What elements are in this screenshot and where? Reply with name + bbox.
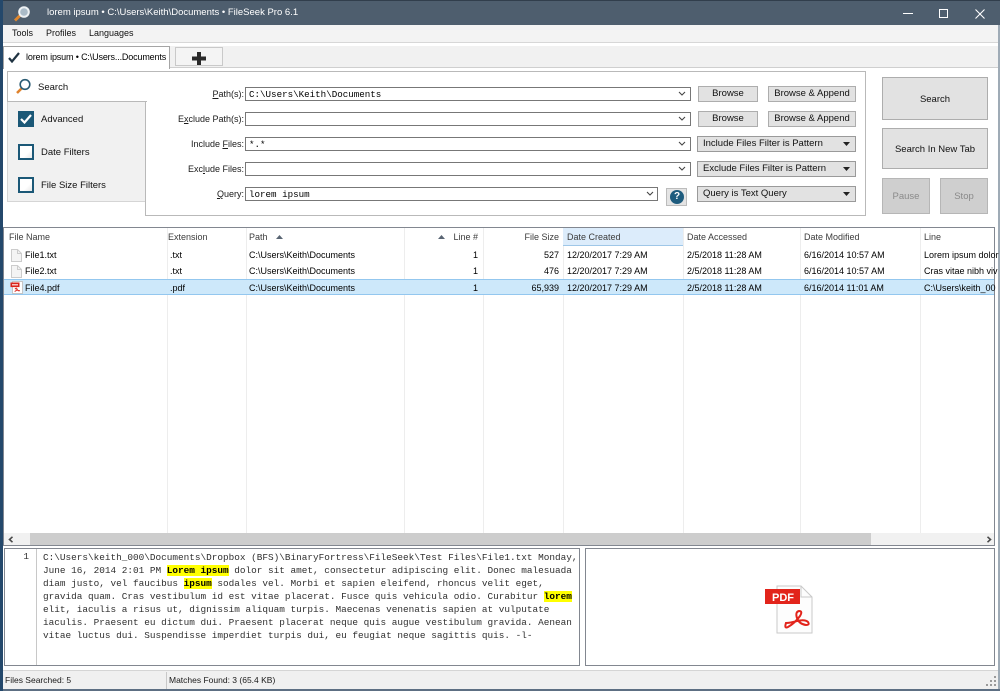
svg-text:PDF: PDF bbox=[772, 592, 794, 604]
